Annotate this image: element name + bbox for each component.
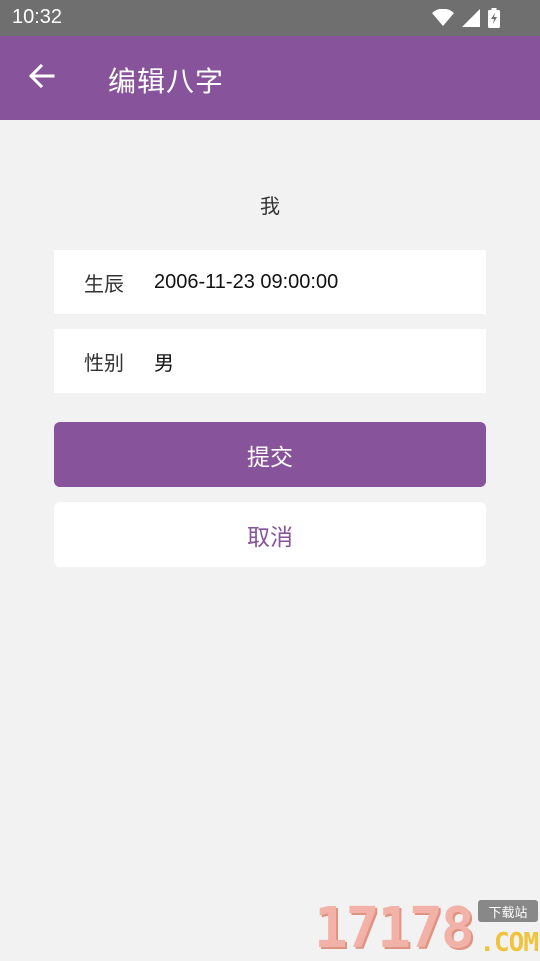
- arrow-left-icon: [29, 64, 55, 92]
- gender-value[interactable]: 男: [154, 347, 174, 376]
- birth-time-value[interactable]: 2006-11-23 09:00:00: [154, 271, 338, 294]
- watermark-tag: 下载站: [478, 900, 538, 922]
- wifi-icon: [432, 9, 454, 27]
- gender-field[interactable]: 性别 男: [54, 329, 486, 393]
- battery-charging-icon: [488, 8, 500, 28]
- birth-time-label: 生辰: [54, 268, 154, 297]
- app-bar: 编辑八字: [0, 36, 540, 120]
- cancel-button[interactable]: 取消: [54, 502, 486, 567]
- status-time: 10:32: [12, 6, 62, 29]
- submit-button[interactable]: 提交: [54, 422, 486, 487]
- back-button[interactable]: [22, 58, 62, 98]
- signal-icon: [462, 9, 480, 27]
- site-watermark: 17178 下载站 .COM: [314, 898, 540, 960]
- watermark-digits: 17178: [314, 898, 473, 960]
- profile-owner-label: 我: [0, 190, 540, 219]
- status-bar: 10:32: [0, 0, 540, 36]
- gender-label: 性别: [54, 347, 154, 376]
- birth-time-field[interactable]: 生辰 2006-11-23 09:00:00: [54, 250, 486, 314]
- status-icons: [432, 7, 500, 29]
- page-title: 编辑八字: [108, 60, 224, 100]
- watermark-suffix: .COM: [479, 928, 538, 958]
